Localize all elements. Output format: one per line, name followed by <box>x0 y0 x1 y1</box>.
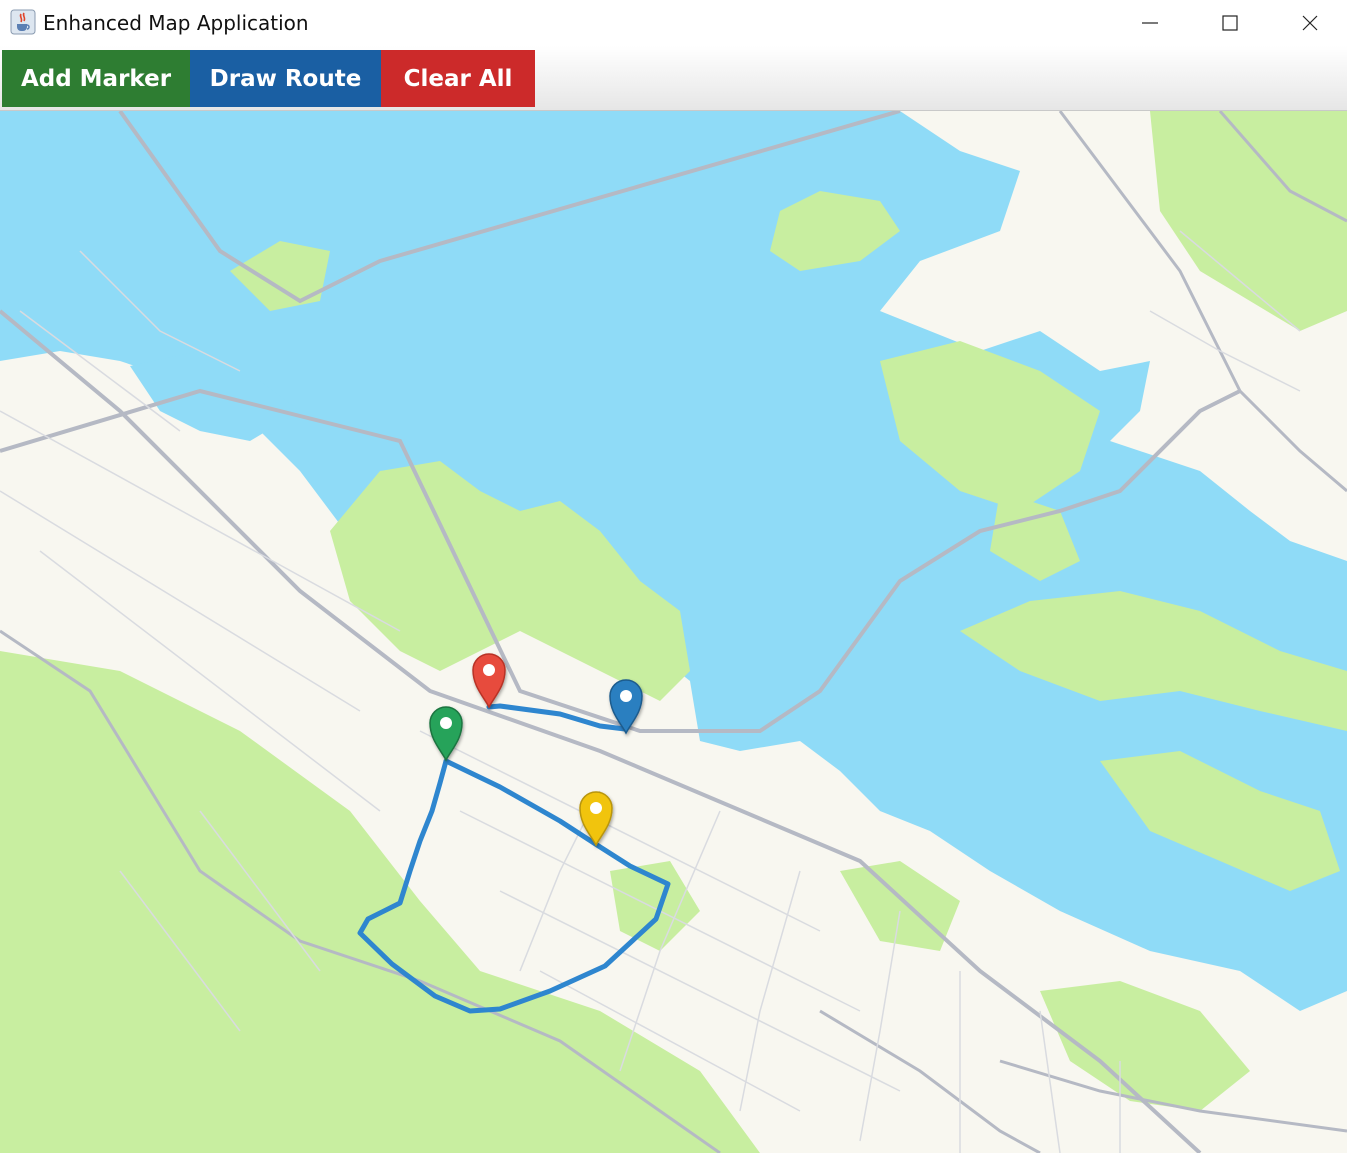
minimize-button[interactable] <box>1110 0 1190 46</box>
maximize-button[interactable] <box>1190 0 1270 46</box>
map-view[interactable] <box>0 111 1347 1153</box>
toolbar: Add Marker Draw Route Clear All <box>0 46 1347 111</box>
clear-all-button[interactable]: Clear All <box>381 50 535 107</box>
window-title: Enhanced Map Application <box>43 11 309 35</box>
add-marker-button[interactable]: Add Marker <box>2 50 190 107</box>
draw-route-button[interactable]: Draw Route <box>190 50 381 107</box>
window-titlebar: Enhanced Map Application <box>0 0 1347 46</box>
java-cup-icon <box>10 9 36 35</box>
maximize-icon <box>1222 15 1238 31</box>
minimize-icon <box>1142 22 1158 24</box>
close-icon <box>1302 15 1318 31</box>
map-canvas[interactable] <box>0 111 1347 1153</box>
close-button[interactable] <box>1270 0 1347 46</box>
